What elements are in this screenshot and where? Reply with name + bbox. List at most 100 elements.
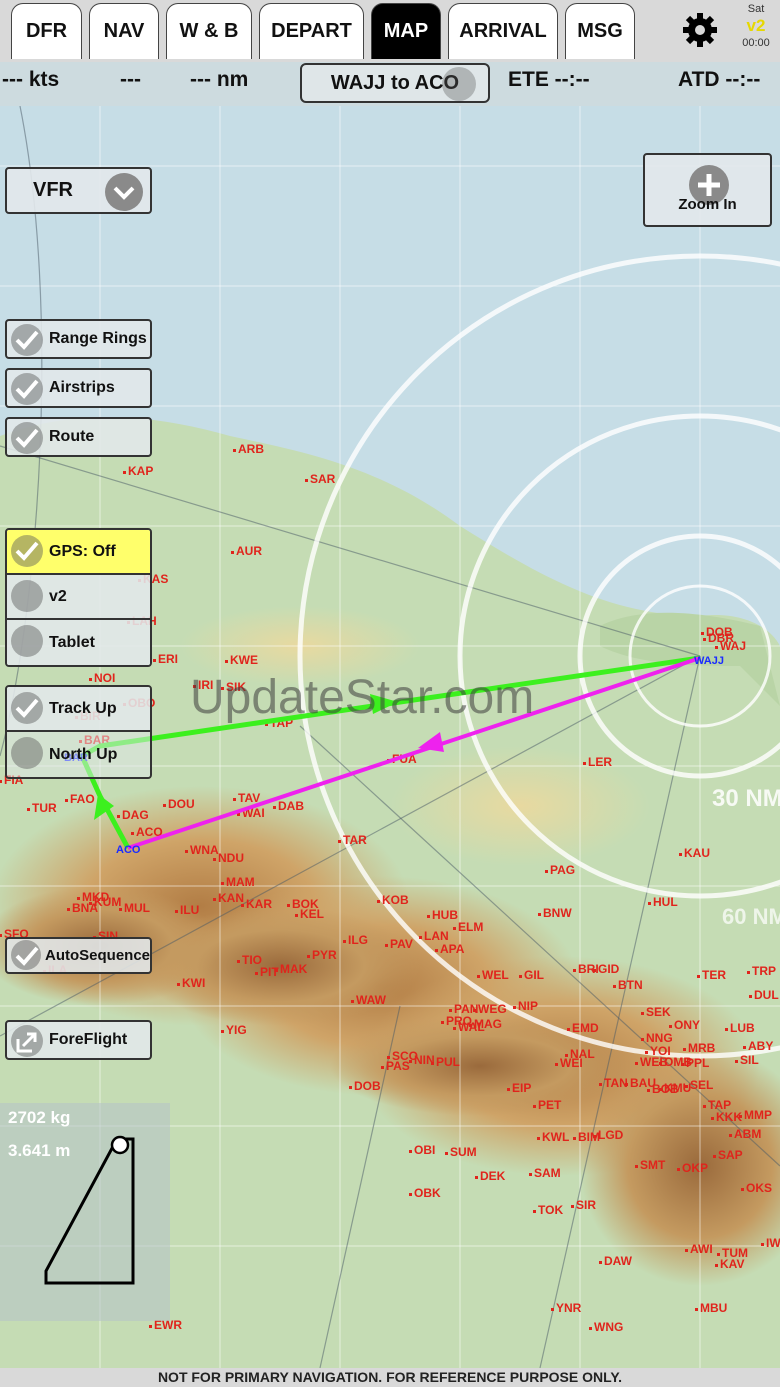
airport-label[interactable]: TAN [604,1076,628,1090]
airport-label[interactable]: DAG [122,808,149,822]
airport-label[interactable]: KAP [128,464,153,478]
airport-label[interactable]: BIM [578,1130,600,1144]
airport-label[interactable]: LER [588,755,612,769]
airport-label[interactable]: ARB [238,442,264,456]
airport-label[interactable]: TAR [343,833,367,847]
airport-label[interactable]: MAK [280,962,308,976]
airport-label[interactable]: NOI [94,671,115,685]
airport-label[interactable]: SUM [450,1145,477,1159]
airport-label[interactable]: WAJ [720,639,746,653]
airport-label[interactable]: PYR [312,948,337,962]
airport-label[interactable]: GIL [524,968,544,982]
airport-label[interactable]: ILG [348,933,368,947]
airport-label[interactable]: AUR [236,544,262,558]
airport-label[interactable]: DOB [354,1079,381,1093]
airport-label[interactable]: SAM [534,1166,561,1180]
toggle-airstrips[interactable]: Airstrips [5,368,152,408]
tab-arrival[interactable]: ARRIVAL [448,3,558,59]
tab-map[interactable]: MAP [371,3,441,59]
airport-label[interactable]: ERI [158,652,178,666]
airport-label[interactable]: BNW [543,906,572,920]
airport-label[interactable]: WNG [594,1320,623,1334]
airport-label[interactable]: ABY [748,1039,773,1053]
airport-label[interactable]: SMT [640,1158,666,1172]
airport-label[interactable]: IWA [766,1236,780,1250]
airport-label[interactable]: WAW [356,993,387,1007]
tab-depart[interactable]: DEPART [259,3,364,59]
airport-label[interactable]: DEK [480,1169,506,1183]
airport-label[interactable]: MMP [744,1108,772,1122]
tab-msg[interactable]: MSG [565,3,635,59]
airport-label[interactable]: PUL [436,1055,460,1069]
airport-label[interactable]: OKP [682,1161,708,1175]
airport-label[interactable]: LGD [598,1128,624,1142]
airport-label[interactable]: ABM [734,1127,761,1141]
airport-label[interactable]: HUL [653,895,678,909]
airport-label[interactable]: TRP [752,964,776,978]
airport-label[interactable]: NIP [518,999,538,1013]
airport-label[interactable]: KOB [382,893,409,907]
track-up-option[interactable]: Track Up [7,687,150,732]
airport-label[interactable]: TUR [32,801,57,815]
airport-label[interactable]: WEG [478,1002,507,1016]
gear-icon[interactable] [680,10,720,50]
airport-label[interactable]: KAV [720,1257,744,1271]
airport-label[interactable]: KUM [94,895,121,909]
airport-label[interactable]: KWL [542,1130,569,1144]
airport-label[interactable]: FAO [70,792,95,806]
airport-label[interactable]: KKK [716,1110,742,1124]
zoom-in-button[interactable]: Zoom In [643,153,772,227]
toggle-route[interactable]: Route [5,417,152,457]
map-type-dropdown[interactable]: VFR [5,167,152,214]
airport-label[interactable]: WEI [560,1056,583,1070]
airport-label[interactable]: LUB [730,1021,755,1035]
airport-label[interactable]: TAV [238,791,260,805]
airport-label[interactable]: KWI [182,976,205,990]
airport-label[interactable]: OBK [414,1186,441,1200]
airport-label[interactable]: MRB [688,1041,716,1055]
gps-v2-option[interactable]: v2 [7,575,150,620]
airport-label[interactable]: TIO [242,953,262,967]
route-selector[interactable]: WAJJ to ACO [300,63,490,103]
airport-label[interactable]: MUL [124,901,150,915]
airport-label[interactable]: KEL [300,907,324,921]
airport-label[interactable]: NNG [646,1031,673,1045]
airport-label[interactable]: OBI [414,1143,435,1157]
chevron-down-icon[interactable] [105,173,143,211]
north-up-option[interactable]: North Up [7,732,150,777]
airport-label[interactable]: SIL [740,1053,759,1067]
airport-label[interactable]: ELM [458,920,483,934]
airport-label[interactable]: LAN [424,929,449,943]
airport-label[interactable]: PAV [390,937,413,951]
airport-label[interactable]: WNA [190,843,219,857]
airport-label[interactable]: BNA [72,901,98,915]
airport-label[interactable]: HUB [432,908,458,922]
airport-label[interactable]: DOU [168,797,195,811]
airport-label[interactable]: KAR [246,897,272,911]
gps-off-option[interactable]: GPS: Off [7,530,150,575]
airport-label[interactable]: MAG [474,1017,502,1031]
airport-label[interactable]: MAM [226,875,255,889]
airport-label[interactable]: EIP [512,1081,531,1095]
airport-label[interactable]: EMD [572,1021,599,1035]
toggle-autosequence[interactable]: AutoSequence [5,937,152,974]
airport-label[interactable]: SAR [310,472,336,486]
airport-label[interactable]: PAG [550,863,575,877]
airport-label[interactable]: SEL [690,1078,713,1092]
airport-label[interactable]: PET [538,1098,562,1112]
airport-label[interactable]: TOK [538,1203,563,1217]
airport-label[interactable]: YIG [226,1023,247,1037]
airport-label[interactable]: GID [598,962,620,976]
airport-label[interactable]: DAB [278,799,304,813]
airport-label[interactable]: DOB [706,625,733,639]
airport-label[interactable]: ONY [674,1018,700,1032]
airport-label[interactable]: KWE [230,653,258,667]
airport-label[interactable]: APA [440,942,465,956]
airport-label[interactable]: ILU [180,903,199,917]
airport-label[interactable]: YNR [556,1301,582,1315]
airport-label[interactable]: NDU [218,851,244,865]
airport-label[interactable]: PPL [686,1056,709,1070]
airport-label[interactable]: DAW [604,1254,633,1268]
airport-label[interactable]: TER [702,968,726,982]
airport-label[interactable]: AWI [690,1242,713,1256]
